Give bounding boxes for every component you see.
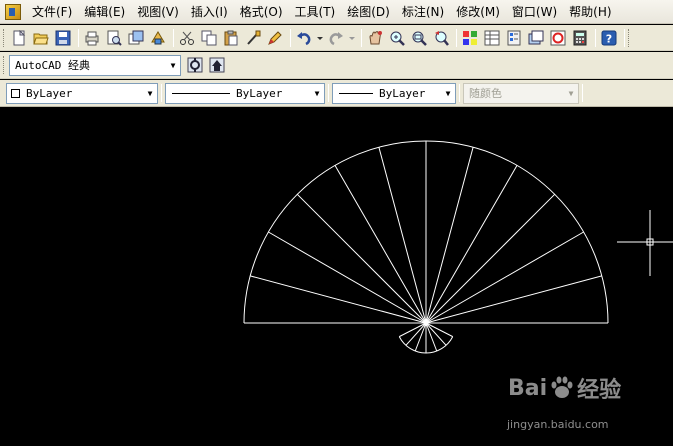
menu-format[interactable]: 格式(O): [234, 2, 289, 22]
fan-drawing: [243, 140, 609, 354]
toolbar-separator: [582, 84, 583, 102]
linetype-sample: [172, 92, 230, 94]
pan-realtime-icon[interactable]: [365, 28, 385, 48]
toolbar-separator: [361, 28, 362, 47]
color-control-dropdown[interactable]: ByLayer ▼: [6, 82, 158, 104]
zoom-window-icon[interactable]: [409, 28, 429, 48]
autocad-app-icon[interactable]: [5, 3, 21, 20]
toolbar-separator: [595, 28, 596, 47]
new-file-icon[interactable]: [9, 28, 29, 48]
linetype-control-dropdown[interactable]: ByLayer ▼: [165, 82, 325, 104]
help-icon[interactable]: ?: [599, 28, 619, 48]
toolbar-grip[interactable]: [628, 28, 631, 47]
fan-rib-line: [250, 275, 427, 324]
undo-dropdown-icon[interactable]: [316, 28, 324, 48]
match-properties-icon[interactable]: [243, 28, 263, 48]
toolbar-grip[interactable]: [3, 28, 6, 47]
menu-bar: 文件(F) 编辑(E) 视图(V) 插入(I) 格式(O) 工具(T) 绘图(D…: [0, 0, 673, 24]
undo-icon[interactable]: [294, 28, 314, 48]
lineweight-sample: [339, 92, 373, 94]
menu-tools[interactable]: 工具(T): [289, 2, 342, 22]
color-value: ByLayer: [26, 86, 73, 100]
quickcalc-icon[interactable]: [570, 28, 590, 48]
menu-insert[interactable]: 插入(I): [185, 2, 234, 22]
redo-dropdown-icon[interactable]: [348, 28, 356, 48]
fan-rib-line: [425, 231, 584, 324]
paste-icon[interactable]: [221, 28, 241, 48]
fan-rib-line: [425, 147, 474, 324]
properties-toolbar: ByLayer ▼ ByLayer ▼ ByLayer ▼ 随颜色 ▼: [0, 80, 673, 107]
toolbar-separator: [328, 84, 329, 102]
menu-window[interactable]: 窗口(W): [506, 2, 563, 22]
plotstyle-value: 随颜色: [469, 87, 502, 100]
svg-text:?: ?: [606, 32, 612, 45]
open-file-icon[interactable]: [31, 28, 51, 48]
plotstyle-control-dropdown: 随颜色 ▼: [463, 82, 579, 104]
linetype-value: ByLayer: [236, 86, 283, 100]
3d-dwf-icon[interactable]: [148, 28, 168, 48]
redo-icon[interactable]: [326, 28, 346, 48]
zoom-realtime-icon[interactable]: [387, 28, 407, 48]
toolbar-separator: [624, 28, 625, 47]
menu-edit[interactable]: 编辑(E): [78, 2, 131, 22]
block-editor-icon[interactable]: [265, 28, 285, 48]
baidu-paw-icon: [551, 376, 573, 398]
chevron-down-icon[interactable]: ▼: [166, 56, 180, 75]
lineweight-control-dropdown[interactable]: ByLayer ▼: [332, 82, 456, 104]
toolbar-separator: [78, 28, 79, 47]
toolbar-separator: [161, 84, 162, 102]
baidu-watermark: Bai 经验: [508, 372, 621, 404]
workspace-selected-value: AutoCAD 经典: [15, 59, 90, 72]
chevron-down-icon: ▼: [568, 88, 574, 98]
menu-dimension[interactable]: 标注(N): [396, 2, 450, 22]
plot-icon[interactable]: [82, 28, 102, 48]
fan-rib-line: [425, 275, 602, 324]
fan-rib-line: [425, 193, 556, 324]
cut-icon[interactable]: [177, 28, 197, 48]
baidu-brand-text: Bai: [508, 375, 548, 401]
fan-handle-line: [405, 322, 427, 346]
toolbar-separator: [459, 84, 460, 102]
baidu-site-text: jingyan.baidu.com: [507, 418, 609, 431]
workspace-dropdown[interactable]: AutoCAD 经典 ▼: [9, 54, 181, 76]
baidu-jingyan-text: 经验: [577, 378, 622, 403]
menu-help[interactable]: 帮助(H): [563, 2, 617, 22]
design-center-icon[interactable]: [482, 28, 502, 48]
fan-handle-line: [425, 322, 447, 346]
save-workspace-icon[interactable]: [207, 55, 227, 75]
menu-file[interactable]: 文件(F): [26, 2, 78, 22]
chevron-down-icon[interactable]: ▼: [441, 84, 455, 103]
toolbar-separator: [173, 28, 174, 47]
color-swatch: [11, 88, 20, 98]
fan-rib-line: [268, 231, 427, 324]
menu-view[interactable]: 视图(V): [131, 2, 185, 22]
toolbar-separator: [456, 28, 457, 47]
sheet-set-manager-icon[interactable]: [526, 28, 546, 48]
crosshair-cursor: [617, 210, 673, 276]
toolbar-separator: [290, 28, 291, 47]
fan-rib-line: [425, 165, 518, 324]
chevron-down-icon[interactable]: ▼: [310, 84, 324, 103]
standard-toolbar: ?: [0, 25, 673, 51]
plot-preview-icon[interactable]: [104, 28, 124, 48]
copy-icon[interactable]: [199, 28, 219, 48]
save-icon[interactable]: [53, 28, 73, 48]
tool-palettes-icon[interactable]: [504, 28, 524, 48]
toolbar-grip[interactable]: [3, 56, 6, 74]
chevron-down-icon[interactable]: ▼: [143, 84, 157, 103]
menu-draw[interactable]: 绘图(D): [341, 2, 396, 22]
fan-rib-line: [378, 147, 427, 324]
workspace-settings-icon[interactable]: [185, 55, 205, 75]
workspaces-toolbar: AutoCAD 经典 ▼: [0, 52, 673, 79]
publish-icon[interactable]: [126, 28, 146, 48]
fan-rib-line: [334, 165, 427, 324]
markup-set-manager-icon[interactable]: [548, 28, 568, 48]
zoom-previous-icon[interactable]: [431, 28, 451, 48]
lineweight-value: ByLayer: [379, 86, 426, 100]
menu-modify[interactable]: 修改(M): [450, 2, 506, 22]
properties-icon[interactable]: [460, 28, 480, 48]
fan-rib-line: [296, 193, 427, 324]
